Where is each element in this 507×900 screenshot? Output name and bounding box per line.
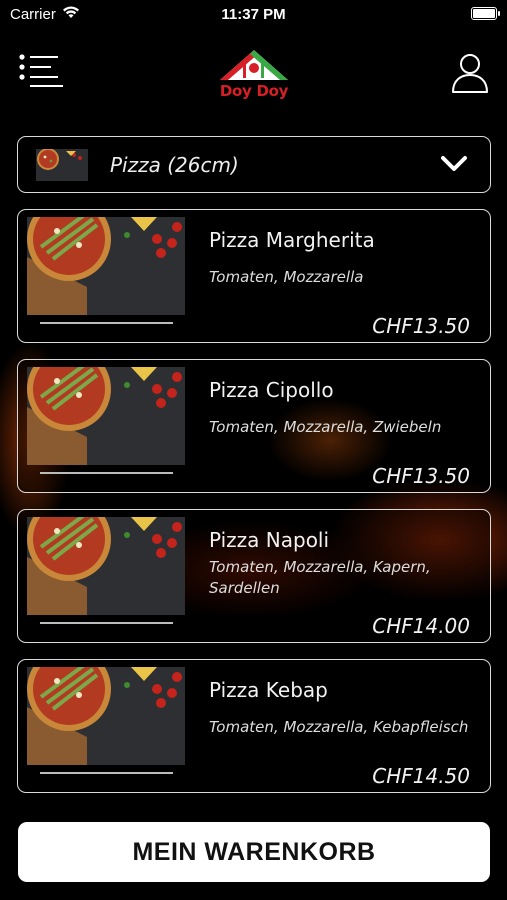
category-label: Pizza (26cm) [110,153,239,177]
battery-icon [471,7,500,20]
product-price: CHF13.50 [372,464,470,488]
product-card[interactable]: Pizza Kebap Tomaten, Mozzarella, Kebapfl… [17,659,491,793]
product-price: CHF14.00 [372,614,470,638]
cart-button[interactable]: MEIN WARENKORB [18,822,490,882]
image-divider [40,472,173,474]
product-description: Tomaten, Mozzarella, Zwiebeln [209,418,442,436]
product-image [27,517,185,615]
product-name: Pizza Kebap [209,678,328,702]
product-description: Tomaten, Mozzarella, Kapern, Sardellen [209,558,431,597]
category-thumbnail [36,149,88,181]
image-divider [40,322,173,324]
product-image [27,667,185,765]
clock: 11:37 PM [221,6,286,23]
product-image [27,367,185,465]
product-description: Tomaten, Mozzarella [209,268,364,286]
product-card[interactable]: Pizza Margherita Tomaten, Mozzarella CHF… [17,209,491,343]
category-dropdown[interactable]: Pizza (26cm) [17,136,491,193]
product-name: Pizza Margherita [209,228,375,252]
status-bar: Carrier 11:37 PM [0,0,507,30]
chevron-down-icon [441,156,467,171]
product-card[interactable]: Pizza Napoli Tomaten, Mozzarella, Kapern… [17,509,491,643]
logo-emblem [220,50,288,80]
hamburger-list-icon[interactable] [18,54,66,88]
user-profile-icon[interactable] [451,52,489,94]
product-image [27,217,185,315]
product-price: CHF14.50 [372,764,470,788]
product-price: CHF13.50 [372,314,470,338]
image-divider [40,772,173,774]
product-name: Pizza Napoli [209,528,330,552]
image-divider [40,622,173,624]
product-name: Pizza Cipollo [209,378,334,402]
product-card[interactable]: Pizza Cipollo Tomaten, Mozzarella, Zwieb… [17,359,491,493]
app-logo: Doy Doy [210,44,298,104]
product-description: Tomaten, Mozzarella, Kebapfleisch [209,718,469,736]
logo-text: Doy Doy [219,82,289,100]
app-header: Doy Doy [0,40,507,110]
